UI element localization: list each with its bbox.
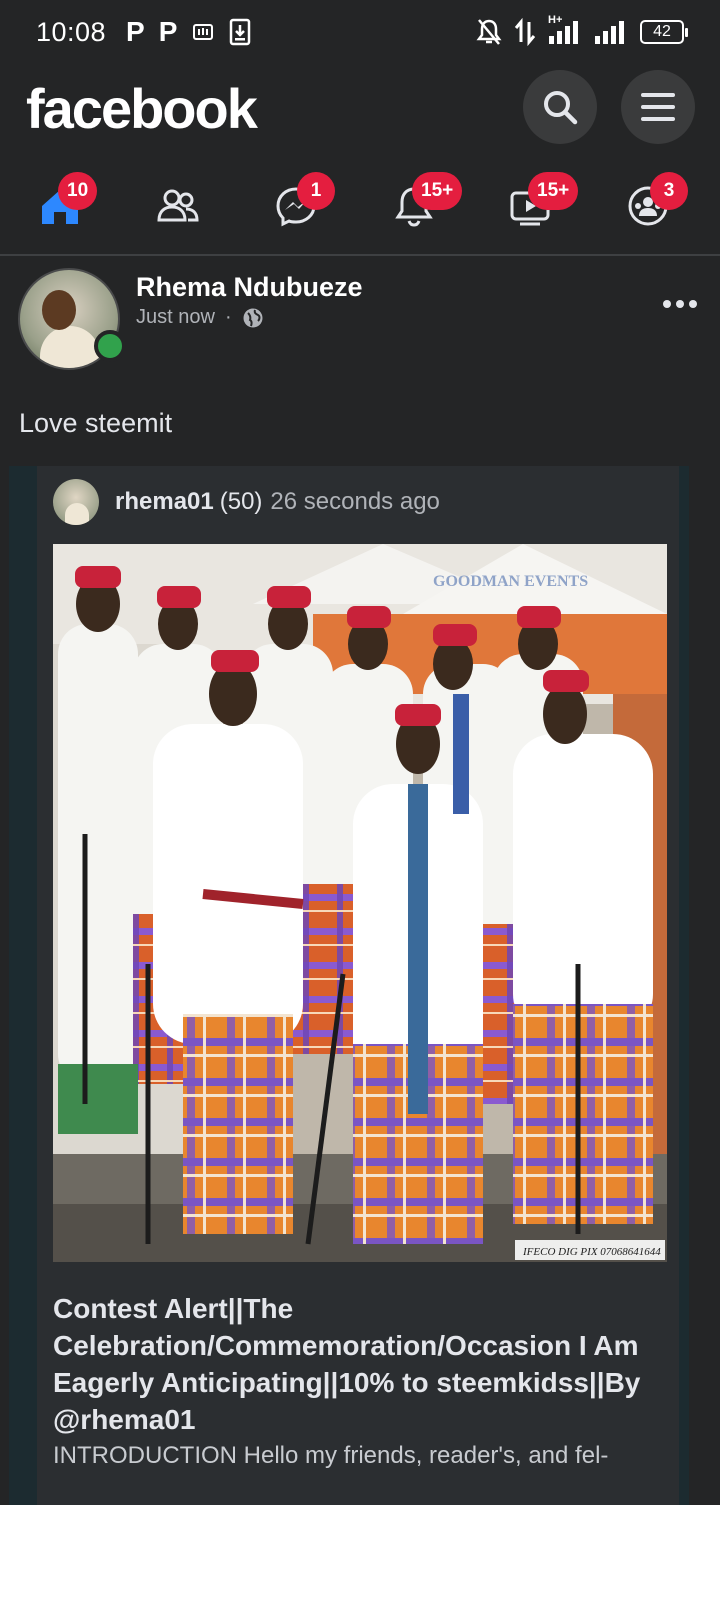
shared-link-preview[interactable]: rhema01 (50) 26 seconds ago GOODMAN EVEN… (9, 466, 689, 1505)
battery-icon: 42 (640, 20, 688, 44)
tab-badge: 15+ (412, 172, 463, 210)
friends-icon (157, 189, 199, 222)
shared-username: rhema01 (115, 488, 214, 515)
shared-card[interactable]: rhema01 (50) 26 seconds ago GOODMAN EVEN… (37, 466, 679, 1505)
post-author-name[interactable]: Rhema Ndubueze (136, 272, 363, 303)
mute-bell-icon (476, 19, 502, 45)
shared-author-row: rhema01 (50) 26 seconds ago (53, 478, 440, 526)
shared-reputation: (50) (219, 488, 263, 515)
status-right-icons: H+ 42 (476, 14, 688, 46)
menu-button[interactable] (621, 70, 695, 144)
tab-badge: 1 (297, 172, 335, 210)
facebook-logo[interactable]: facebook (26, 76, 258, 141)
p-app-icon-2: P (158, 16, 178, 47)
status-bar: 10:08 P P H+ 42 (0, 0, 720, 62)
status-time: 10:08 (36, 17, 107, 47)
search-icon (544, 91, 578, 125)
tab-badge: 3 (650, 172, 688, 210)
download-icon (230, 18, 251, 46)
search-button[interactable] (523, 70, 597, 144)
avatar-face (42, 290, 76, 330)
tab-notifications[interactable]: 15+ (360, 160, 480, 256)
online-status-dot (94, 330, 126, 362)
tab-home[interactable]: 10 (0, 160, 120, 256)
shared-author-avatar (53, 479, 99, 525)
menu-icon (641, 93, 675, 121)
avatar-body (40, 326, 100, 368)
post-time[interactable]: Just now (136, 306, 215, 329)
meta-separator: · (224, 306, 232, 328)
shared-title[interactable]: Contest Alert||The Celebration/Commemora… (53, 1290, 653, 1438)
photo-watermark-bottom: IFECO DIG PIX 07068641644 (522, 1246, 661, 1258)
tab-watch[interactable]: 15+ (480, 160, 600, 256)
shared-time: 26 seconds ago (270, 488, 440, 515)
tab-badge: 10 (58, 172, 98, 210)
post-meta: Just now · (136, 306, 264, 329)
tab-badge: 15+ (528, 172, 579, 210)
photo-watermark-top: GOODMAN EVENTS (433, 573, 588, 590)
tab-messenger[interactable]: 1 (240, 160, 360, 256)
more-dots-icon (663, 300, 697, 308)
app-header: facebook (0, 62, 720, 152)
notification-app-icon (193, 24, 214, 40)
nav-tabs: 10 1 15+ 15+ 3 (0, 160, 720, 256)
post-header: Rhema Ndubueze Just now · (0, 262, 720, 372)
post-text: Love steemit (19, 408, 173, 438)
group-photo-image: GOODMAN EVENTS IFECO DIG PIX 07068641644 (53, 544, 667, 1262)
post-options-button[interactable] (660, 290, 700, 320)
p-app-icon: P (126, 16, 145, 47)
cell-signal-icon-2 (595, 21, 624, 44)
data-transfer-icon (514, 18, 536, 46)
shared-photo[interactable]: GOODMAN EVENTS IFECO DIG PIX 07068641644 (53, 544, 667, 1262)
status-left-icons: P P (126, 16, 251, 48)
shared-excerpt: INTRODUCTION Hello my friends, reader's,… (53, 1442, 609, 1469)
tab-friends[interactable] (120, 160, 240, 256)
facebook-app-screen: 10:08 P P H+ 42 facebook 10 1 15+ 15+ 3 … (0, 0, 720, 1505)
globe-icon (243, 308, 263, 327)
cell-signal-icon: H+ (548, 14, 582, 46)
tab-groups[interactable]: 3 (600, 160, 720, 256)
